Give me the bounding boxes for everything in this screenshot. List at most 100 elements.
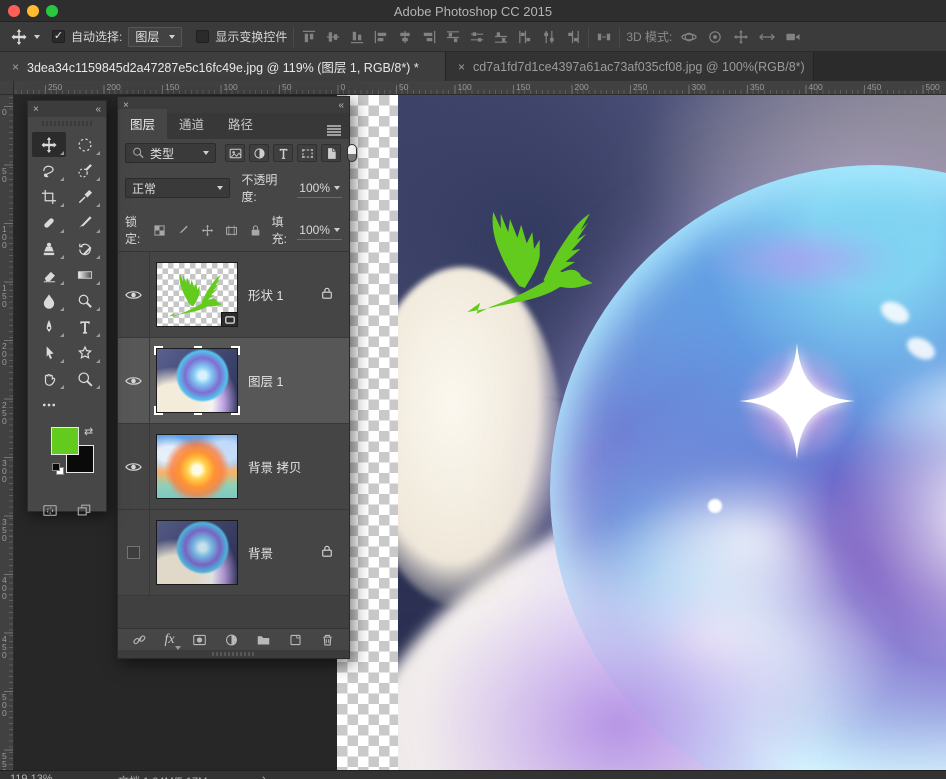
align-right-button[interactable] bbox=[420, 28, 438, 46]
ruler-origin-corner[interactable] bbox=[0, 81, 14, 95]
3d-roll-button[interactable] bbox=[706, 28, 724, 46]
lock-pixels-button[interactable] bbox=[175, 221, 193, 239]
shape-layer-bird[interactable] bbox=[460, 195, 612, 325]
dist-bottom-button[interactable] bbox=[492, 28, 510, 46]
panel-menu-icon[interactable] bbox=[319, 125, 349, 139]
dist-vcenter-button[interactable] bbox=[468, 28, 486, 46]
opacity-dropdown[interactable]: 100% bbox=[297, 178, 342, 198]
auto-select-dropdown[interactable]: 图层 bbox=[128, 27, 182, 47]
link-layers-button[interactable] bbox=[132, 633, 147, 647]
document-info[interactable]: 文档:1.04M/5.17M bbox=[118, 773, 207, 779]
type-tool[interactable] bbox=[68, 314, 102, 339]
screen-mode-button[interactable] bbox=[75, 501, 93, 519]
tool-preset-chevron[interactable] bbox=[34, 35, 40, 39]
vertical-ruler[interactable]: 050100150200250300350400450500550 bbox=[0, 95, 14, 770]
filter-type-layers-button[interactable] bbox=[273, 144, 293, 162]
3d-orbit-button[interactable] bbox=[680, 28, 698, 46]
layer-row[interactable]: 形状 1 bbox=[118, 252, 349, 338]
layer-row[interactable]: 背景 拷贝 bbox=[118, 424, 349, 510]
zoom-tool[interactable] bbox=[68, 366, 102, 391]
pen-tool[interactable] bbox=[32, 314, 66, 339]
gradient-tool[interactable] bbox=[68, 262, 102, 287]
layer-name[interactable]: 背景 bbox=[248, 543, 321, 562]
move-tool[interactable] bbox=[32, 132, 66, 157]
lock-all-button[interactable] bbox=[247, 221, 265, 239]
filter-pixel-layers-button[interactable] bbox=[225, 144, 245, 162]
quick-select-tool[interactable] bbox=[68, 158, 102, 183]
new-layer-button[interactable] bbox=[288, 633, 303, 647]
layer-visibility-toggle[interactable] bbox=[118, 338, 150, 423]
close-document-icon[interactable]: × bbox=[458, 60, 465, 74]
document-tab-active[interactable]: × 3dea34c1159845d2a47287e5c16fc49e.jpg @… bbox=[0, 52, 446, 81]
new-group-button[interactable] bbox=[256, 633, 271, 647]
new-adjustment-layer-button[interactable] bbox=[224, 633, 239, 647]
quick-mask-button[interactable] bbox=[41, 501, 59, 519]
history-brush-tool[interactable] bbox=[68, 236, 102, 261]
layer-name[interactable]: 形状 1 bbox=[248, 285, 321, 304]
add-layer-mask-button[interactable] bbox=[192, 633, 207, 647]
auto-select-checkbox[interactable]: ✓ bbox=[52, 30, 65, 43]
crop-tool[interactable] bbox=[32, 184, 66, 209]
dist-top-button[interactable] bbox=[444, 28, 462, 46]
panel-collapse-icon[interactable]: « bbox=[95, 104, 101, 115]
healing-brush-tool[interactable] bbox=[32, 210, 66, 235]
eraser-tool[interactable] bbox=[32, 262, 66, 287]
panel-close-icon[interactable]: × bbox=[33, 104, 39, 115]
layer-row[interactable]: 背景 bbox=[118, 510, 349, 596]
panel-resize-grip[interactable] bbox=[118, 650, 349, 658]
hand-tool[interactable] bbox=[32, 366, 66, 391]
layer-thumbnail[interactable] bbox=[156, 262, 238, 327]
custom-shape-tool[interactable] bbox=[68, 340, 102, 365]
status-chevron[interactable]: › bbox=[262, 773, 266, 779]
lasso-tool[interactable] bbox=[32, 158, 66, 183]
clone-stamp-tool[interactable] bbox=[32, 236, 66, 261]
filter-toggle-switch[interactable] bbox=[347, 144, 357, 162]
brush-tool[interactable] bbox=[68, 210, 102, 235]
lock-transparent-button[interactable] bbox=[151, 221, 169, 239]
align-vcenter-button[interactable] bbox=[324, 28, 342, 46]
layer-visibility-toggle[interactable] bbox=[118, 424, 150, 509]
3d-camera-button[interactable] bbox=[784, 28, 802, 46]
tab-channels[interactable]: 通道 bbox=[167, 109, 216, 139]
lock-position-button[interactable] bbox=[199, 221, 217, 239]
zoom-percentage[interactable]: 119.13% bbox=[10, 773, 53, 779]
filter-type-dropdown[interactable]: 类型 bbox=[125, 143, 216, 163]
tab-layers[interactable]: 图层 bbox=[118, 109, 167, 139]
dist-right-button[interactable] bbox=[564, 28, 582, 46]
dist-hcenter-button[interactable] bbox=[540, 28, 558, 46]
3d-slide-button[interactable] bbox=[758, 28, 776, 46]
swap-colors-icon[interactable]: ⇄ bbox=[84, 425, 93, 438]
fill-dropdown[interactable]: 100% bbox=[297, 220, 342, 240]
3d-pan-button[interactable] bbox=[732, 28, 750, 46]
marquee-tool[interactable] bbox=[68, 132, 102, 157]
panel-drag-handle[interactable] bbox=[42, 119, 92, 128]
document-image[interactable] bbox=[398, 95, 946, 770]
layer-thumbnail[interactable] bbox=[156, 434, 238, 499]
blend-mode-dropdown[interactable]: 正常 bbox=[125, 178, 230, 198]
delete-layer-button[interactable] bbox=[320, 633, 335, 647]
layer-style-button[interactable]: fx bbox=[164, 632, 174, 648]
align-hcenter-button[interactable] bbox=[396, 28, 414, 46]
close-document-icon[interactable]: × bbox=[12, 60, 19, 74]
layer-thumbnail[interactable] bbox=[156, 348, 238, 413]
path-select-tool[interactable] bbox=[32, 340, 66, 365]
show-transform-checkbox[interactable] bbox=[196, 30, 209, 43]
distribute-spacing-button[interactable] bbox=[595, 28, 613, 46]
align-bottom-button[interactable] bbox=[348, 28, 366, 46]
layer-name[interactable]: 图层 1 bbox=[248, 371, 349, 390]
layer-thumbnail[interactable] bbox=[156, 520, 238, 585]
more-tools-tool[interactable] bbox=[32, 392, 66, 417]
dodge-tool[interactable] bbox=[68, 288, 102, 313]
layer-visibility-toggle[interactable] bbox=[118, 252, 150, 337]
align-left-button[interactable] bbox=[372, 28, 390, 46]
filter-smart-objects-button[interactable] bbox=[321, 144, 341, 162]
layer-visibility-toggle[interactable] bbox=[118, 510, 150, 595]
horizontal-ruler[interactable]: 2502001501005005010015020025030035040045… bbox=[14, 81, 946, 95]
layer-row[interactable]: 图层 1 bbox=[118, 338, 349, 424]
align-top-button[interactable] bbox=[300, 28, 318, 46]
layer-name[interactable]: 背景 拷贝 bbox=[248, 457, 349, 476]
default-colors-icon[interactable] bbox=[52, 463, 64, 475]
eyedropper-tool[interactable] bbox=[68, 184, 102, 209]
filter-shape-layers-button[interactable] bbox=[297, 144, 317, 162]
document-tab-inactive[interactable]: × cd7a1fd7d1ce4397a61ac73af035cf08.jpg @… bbox=[446, 52, 814, 81]
